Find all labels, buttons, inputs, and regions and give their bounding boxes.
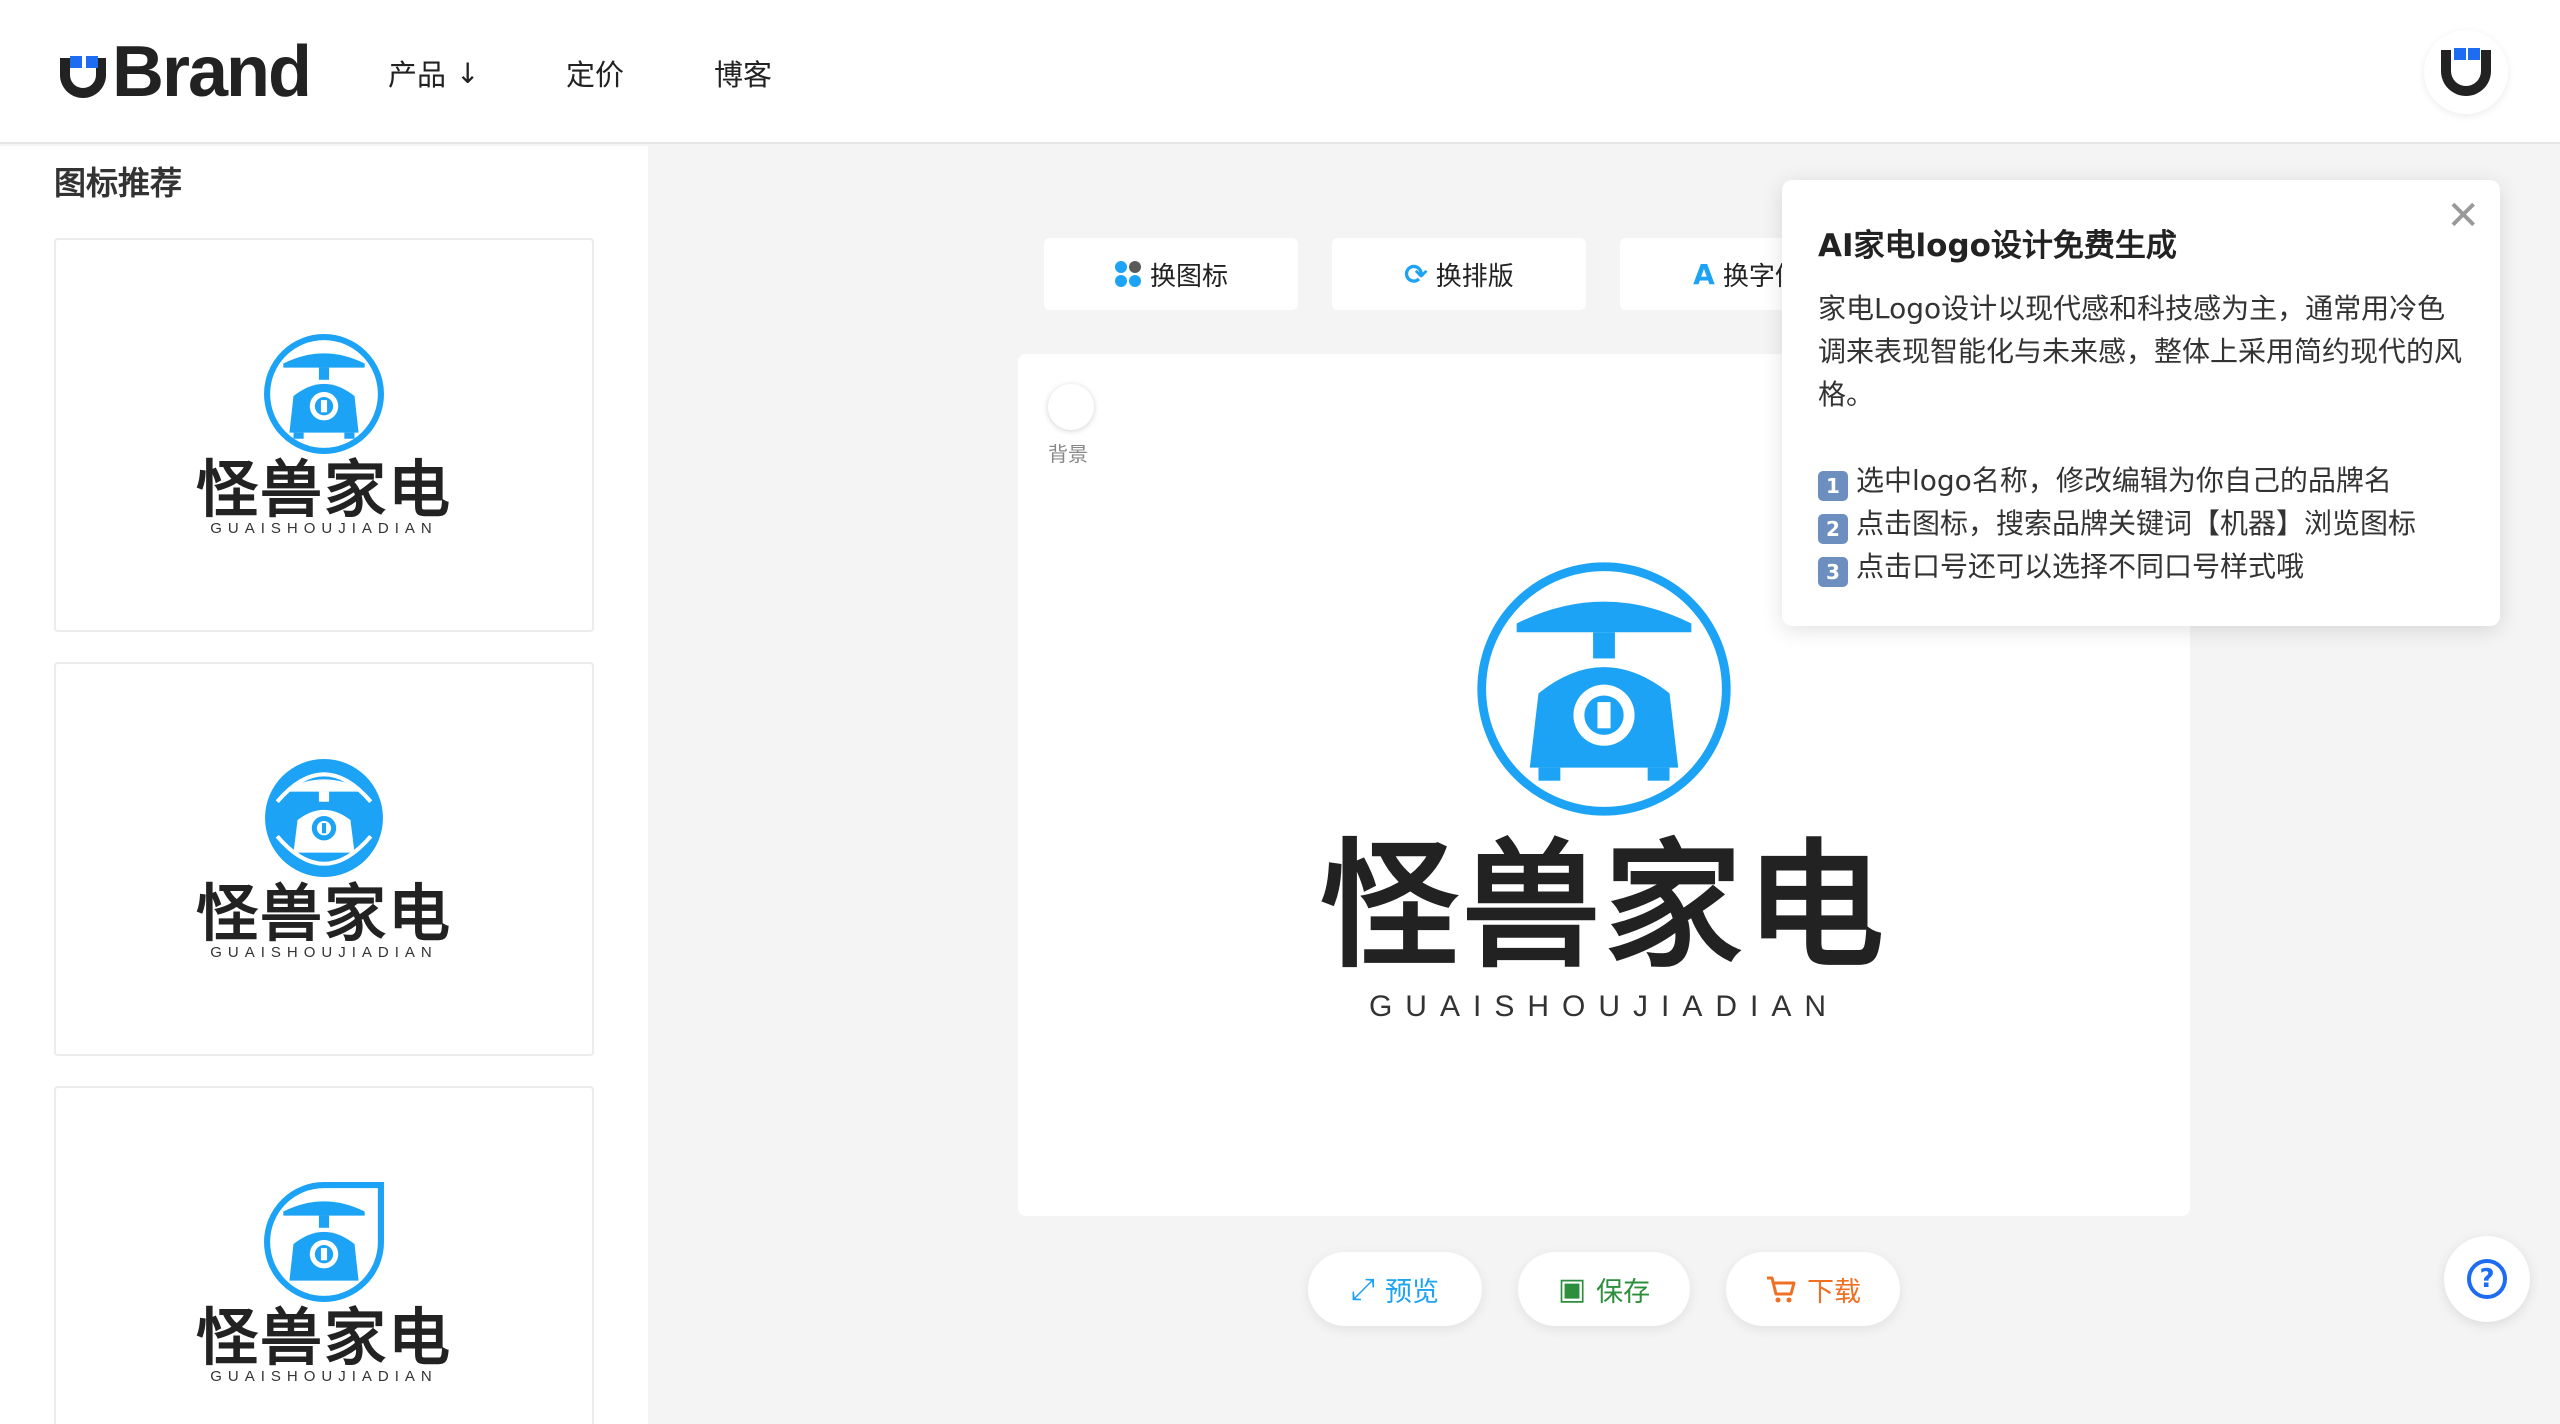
- logo-card-1-pinyin: GUAISHOUJIADIAN: [210, 520, 438, 538]
- step-number-1-icon: 1: [1818, 471, 1848, 501]
- brand-name: Brand: [112, 32, 312, 112]
- logo-card-3[interactable]: 怪兽家电 GUAISHOUJIADIAN: [54, 1086, 594, 1424]
- question-icon: ?: [2467, 1259, 2507, 1299]
- icon-recommend-sidebar: 图标推荐 怪兽家电 GUAISHOUJIADIAN 怪兽家电 GUAISHOUJ…: [0, 146, 648, 1424]
- tooltip-title: AI家电logo设计免费生成: [1818, 228, 2177, 264]
- tooltip-steps: 1 选中logo名称，修改编辑为你自己的品牌名 2 点击图标，搜索品牌关键词【机器】…: [1818, 459, 2464, 588]
- expand-icon: ⤢: [1351, 1271, 1375, 1307]
- logo-card-1[interactable]: 怪兽家电 GUAISHOUJIADIAN: [54, 238, 594, 632]
- save-disk-icon: ▣: [1557, 1271, 1587, 1307]
- scale-icon: [264, 1181, 384, 1302]
- preview-button[interactable]: ⤢ 预览: [1308, 1252, 1482, 1326]
- logo-card-3-pinyin: GUAISHOUJIADIAN: [210, 1368, 438, 1386]
- background-color-swatch[interactable]: [1048, 384, 1094, 430]
- nav-products[interactable]: 产品 ↓: [388, 48, 479, 98]
- logo-pinyin-text[interactable]: GUAISHOUJIADIAN: [1369, 990, 1839, 1024]
- tooltip-step: 1 选中logo名称，修改编辑为你自己的品牌名: [1818, 459, 2464, 502]
- scale-icon: [265, 758, 383, 877]
- guide-tooltip: ✕ AI家电logo设计免费生成 家电Logo设计以现代感和科技感为主，通常用冷…: [1782, 180, 2500, 626]
- change-layout-button[interactable]: ⟳ 换排版: [1332, 238, 1586, 310]
- step-number-2-icon: 2: [1818, 514, 1848, 544]
- arrow-down-icon: ↓: [456, 56, 480, 90]
- download-button[interactable]: 下载: [1726, 1252, 1900, 1326]
- dots-grid-icon: [1114, 261, 1141, 287]
- save-label: 保存: [1596, 1276, 1651, 1308]
- user-avatar[interactable]: [2424, 30, 2508, 114]
- logo-card-2-name: 怪兽家电: [195, 876, 452, 950]
- background-label: 背景: [1048, 442, 1088, 466]
- brand-logo[interactable]: Brand: [56, 32, 312, 112]
- change-icon-label: 换图标: [1149, 261, 1228, 292]
- tooltip-step: 2 点击图标，搜索品牌关键词【机器】浏览图标: [1818, 502, 2464, 545]
- save-button[interactable]: ▣ 保存: [1518, 1252, 1690, 1326]
- help-button[interactable]: ?: [2444, 1236, 2530, 1322]
- logo-card-2[interactable]: 怪兽家电 GUAISHOUJIADIAN: [54, 662, 594, 1056]
- logo-card-3-name: 怪兽家电: [195, 1300, 452, 1374]
- scale-icon: [264, 333, 384, 454]
- step-number-3-icon: 3: [1818, 557, 1848, 587]
- change-icon-button[interactable]: 换图标: [1044, 238, 1298, 310]
- nav-products-label: 产品: [388, 58, 447, 92]
- logo-card-1-name: 怪兽家电: [195, 452, 452, 526]
- logo-card-2-pinyin: GUAISHOUJIADIAN: [210, 944, 438, 962]
- logo-name-text[interactable]: 怪兽家电: [1320, 838, 1888, 976]
- tooltip-description: 家电Logo设计以现代感和科技感为主，通常用冷色调来表现智能化与未来感，整体上采…: [1818, 292, 2463, 411]
- brand-u-mark-icon: [56, 44, 110, 100]
- top-header: Brand 产品 ↓ 定价 博客: [0, 0, 2560, 144]
- download-label: 下载: [1807, 1276, 1861, 1308]
- sidebar-title: 图标推荐: [54, 164, 183, 202]
- font-a-icon: A: [1693, 257, 1715, 291]
- nav-pricing[interactable]: 定价: [566, 48, 624, 98]
- tooltip-step: 3 点击口号还可以选择不同口号样式哦: [1818, 545, 2464, 588]
- refresh-icon: ⟳: [1404, 257, 1428, 291]
- change-layout-label: 换排版: [1435, 261, 1514, 292]
- scale-icon[interactable]: [1473, 558, 1735, 820]
- cart-icon: [1767, 1276, 1796, 1303]
- preview-label: 预览: [1385, 1276, 1439, 1308]
- close-icon[interactable]: ✕: [2446, 196, 2480, 236]
- nav-blog[interactable]: 博客: [714, 48, 772, 98]
